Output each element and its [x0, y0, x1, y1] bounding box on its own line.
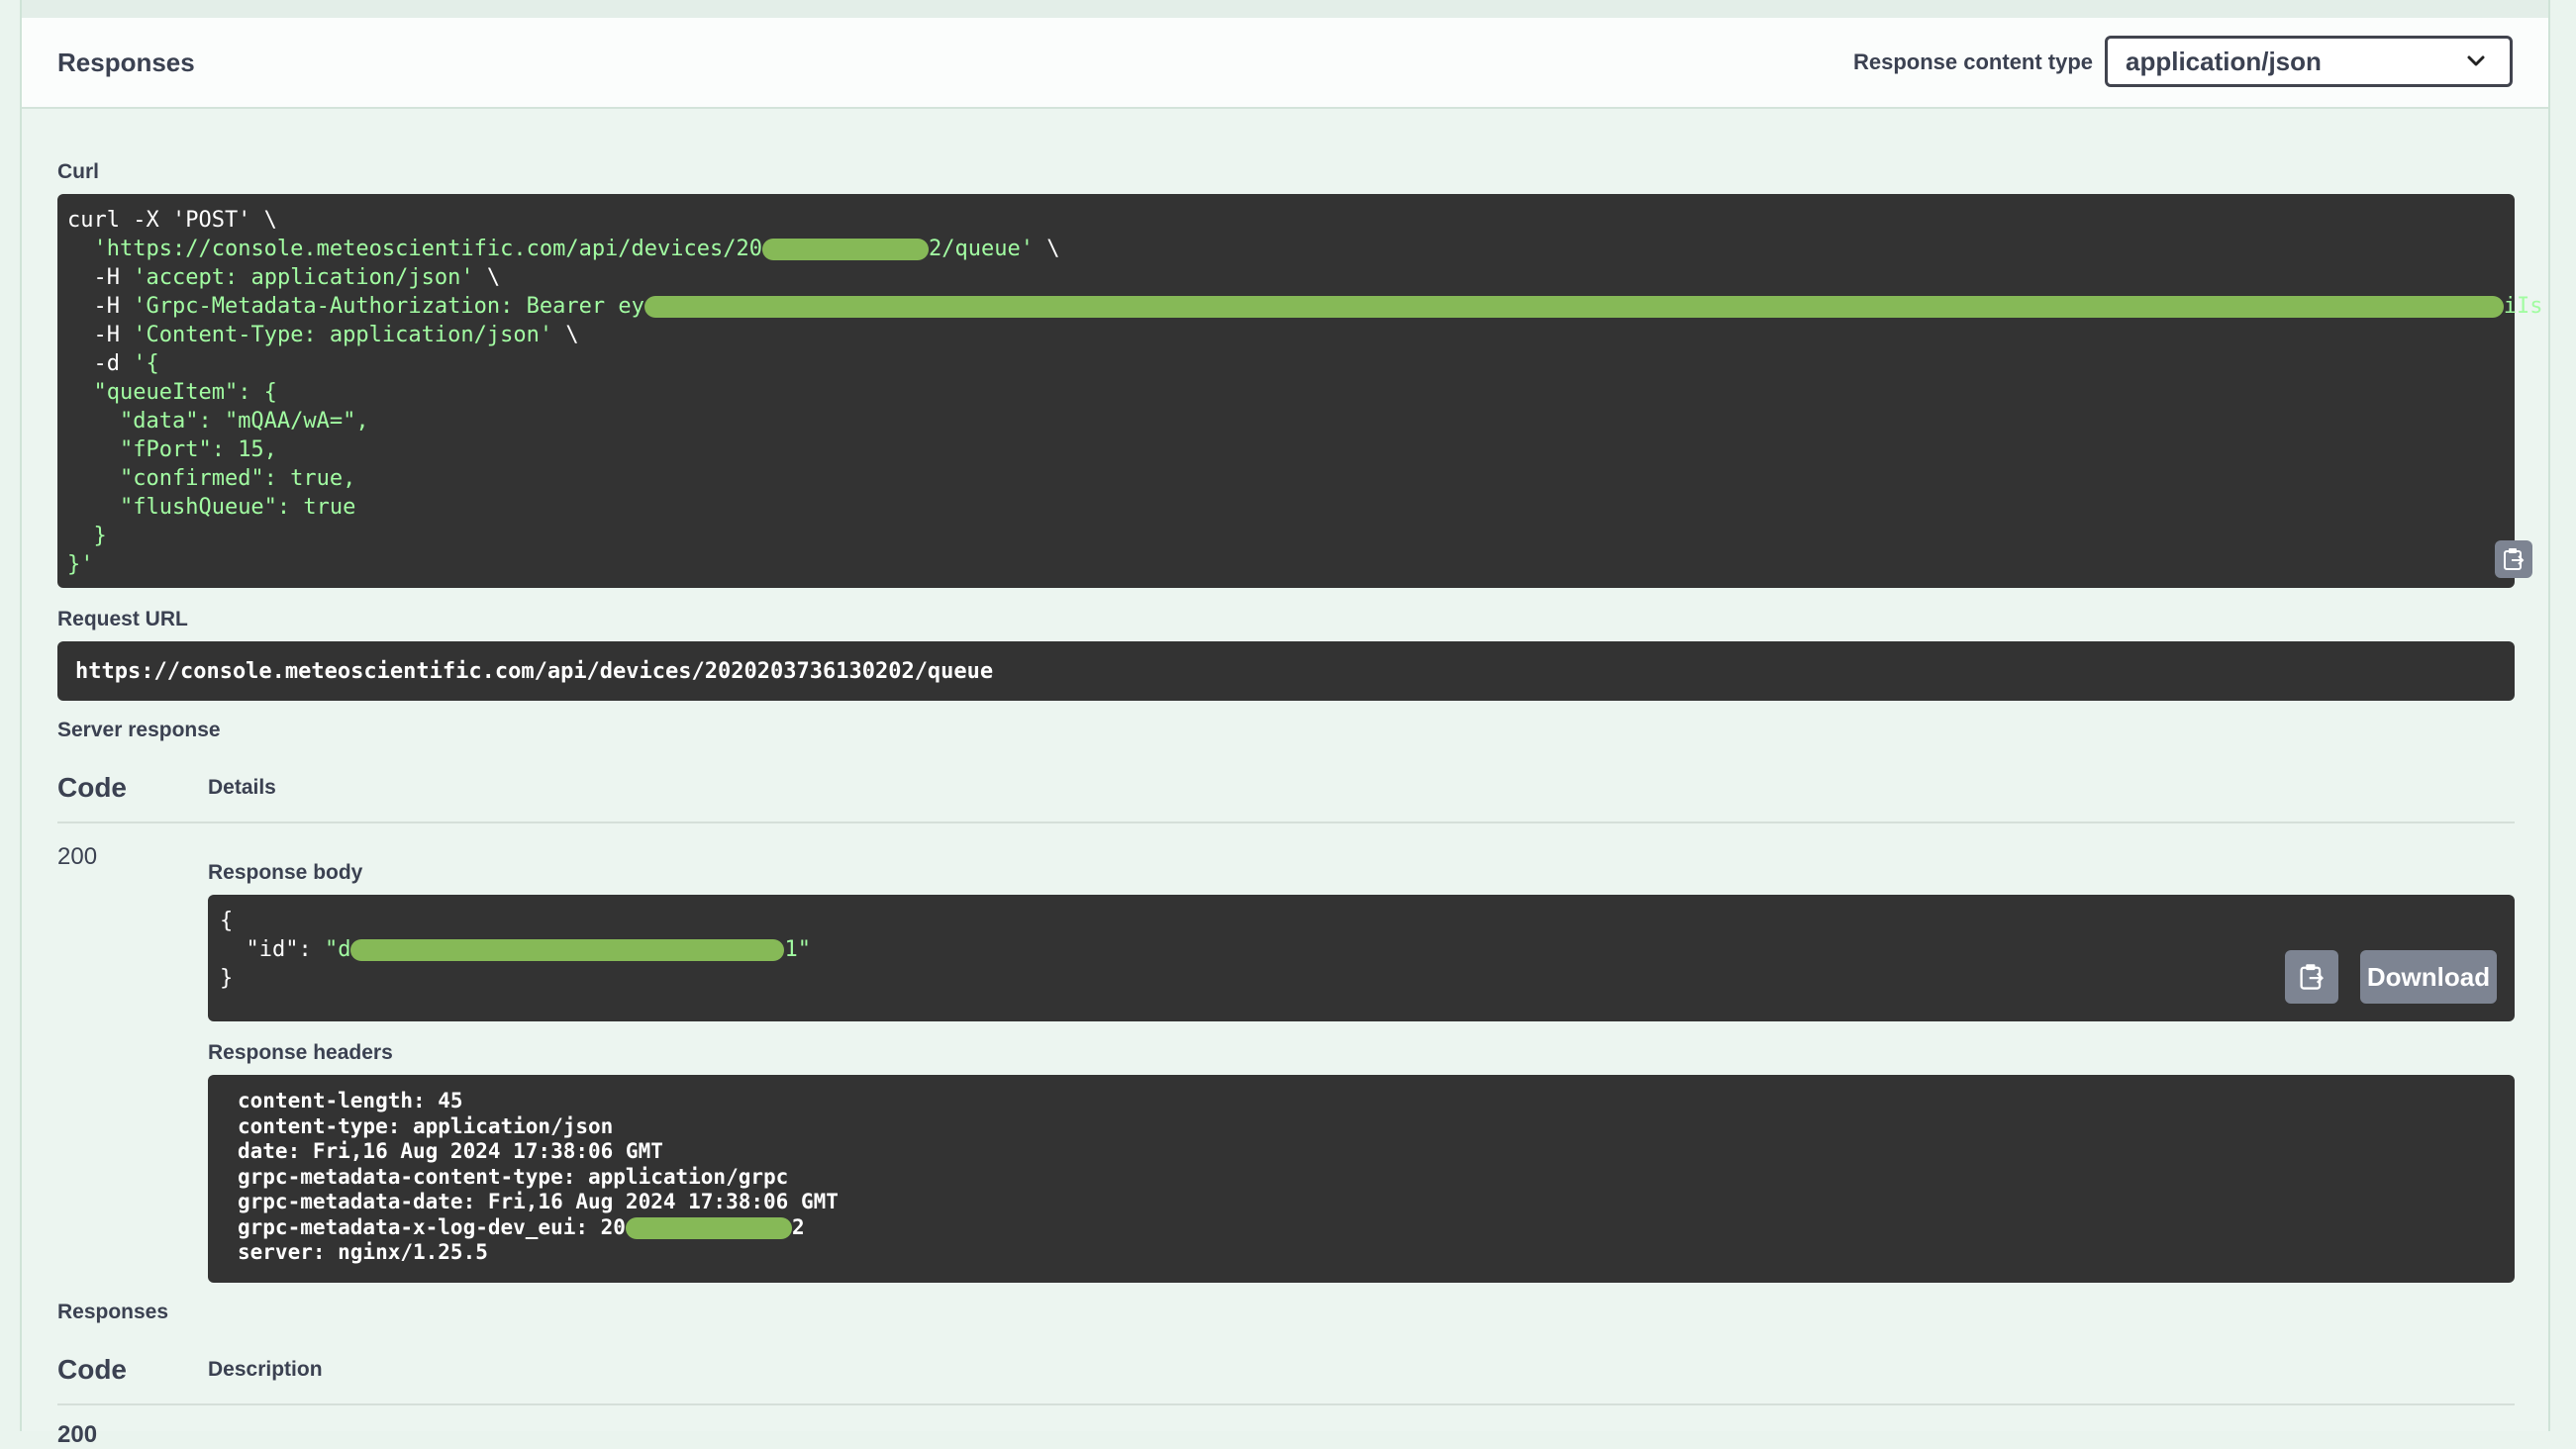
- content-type-label: Response content type: [1853, 49, 2094, 74]
- responses-col-code: Code: [57, 1354, 127, 1385]
- body-line: {: [220, 909, 234, 933]
- body-line: }: [220, 966, 234, 991]
- responses-title: Responses: [57, 48, 195, 77]
- curl-line: 'https://console.meteoscientific.com/api…: [93, 237, 1060, 261]
- copy-icon: [2300, 964, 2325, 990]
- header-line: grpc-metadata-date: Fri,16 Aug 2024 17:3…: [238, 1190, 839, 1213]
- header-line: grpc-metadata-x-log-dev_eui: 20 2: [238, 1214, 805, 1239]
- col-code-header: Code: [57, 772, 127, 803]
- download-button[interactable]: Download: [2360, 950, 2497, 1004]
- body-line: "id": "d 1": [246, 937, 811, 962]
- curl-code-block[interactable]: curl -X 'POST' \ 'https://console.meteos…: [57, 194, 2543, 588]
- responses-first-code: 200: [57, 1421, 98, 1448]
- curl-line: -H 'Content-Type: application/json' \: [93, 323, 579, 347]
- responses-divider: [57, 1403, 2515, 1405]
- content-type-value: application/json: [2126, 46, 2322, 76]
- responses-col-description: Description: [208, 1358, 323, 1381]
- copy-icon: [2504, 548, 2525, 570]
- operation-panel: Responses Response content type applicat…: [20, 0, 2550, 1448]
- header-line: server: nginx/1.25.5: [238, 1240, 488, 1264]
- response-code: 200: [57, 843, 98, 870]
- header-line: grpc-metadata-content-type: application/…: [238, 1164, 789, 1189]
- copy-body-button[interactable]: [2285, 950, 2338, 1004]
- top-strip: [22, 0, 2548, 18]
- responses-header: Responses Response content type applicat…: [22, 18, 2548, 109]
- curl-line: -d '{: [93, 351, 159, 376]
- col-details-header: Details: [208, 776, 276, 799]
- curl-line: "data": "mQAA/wA=",: [119, 409, 369, 434]
- response-headers-label: Response headers: [208, 1041, 393, 1064]
- redaction-mark: [644, 296, 2504, 318]
- header-line: date: Fri,16 Aug 2024 17:38:06 GMT: [238, 1139, 663, 1163]
- header-line: content-type: application/json: [238, 1113, 614, 1138]
- responses-section-label: Responses: [57, 1301, 169, 1323]
- curl-line: "flushQueue": true: [119, 495, 356, 520]
- curl-line: -H 'accept: application/json' \: [93, 265, 501, 290]
- curl-label: Curl: [57, 160, 99, 183]
- curl-line: curl -X 'POST' \: [67, 208, 277, 233]
- content-type-select[interactable]: application/json: [2105, 36, 2513, 87]
- curl-line: }: [93, 524, 107, 548]
- table-divider: [57, 821, 2515, 823]
- request-url-value[interactable]: https://console.meteoscientific.com/api/…: [57, 641, 2515, 701]
- curl-line: "queueItem": {: [93, 380, 277, 405]
- chevron-down-icon: [2467, 55, 2485, 66]
- header-line: content-length: 45: [238, 1089, 463, 1112]
- curl-line: "fPort": 15,: [119, 437, 277, 462]
- curl-line: -H 'Grpc-Metadata-Authorization: Bearer …: [93, 294, 2543, 319]
- curl-line: }': [67, 552, 94, 577]
- response-body-label: Response body: [208, 861, 363, 884]
- redaction-mark: [625, 1216, 792, 1239]
- redaction-mark: [762, 239, 930, 260]
- curl-line: "confirmed": true,: [119, 466, 356, 491]
- response-headers-block[interactable]: content-length: 45 content-type: applica…: [208, 1075, 2515, 1283]
- server-response-label: Server response: [57, 719, 221, 741]
- response-body-block[interactable]: { "id": "d 1" }: [208, 895, 2515, 1021]
- request-url-label: Request URL: [57, 608, 188, 630]
- copy-curl-button[interactable]: [2495, 540, 2532, 578]
- redaction-mark: [350, 939, 785, 961]
